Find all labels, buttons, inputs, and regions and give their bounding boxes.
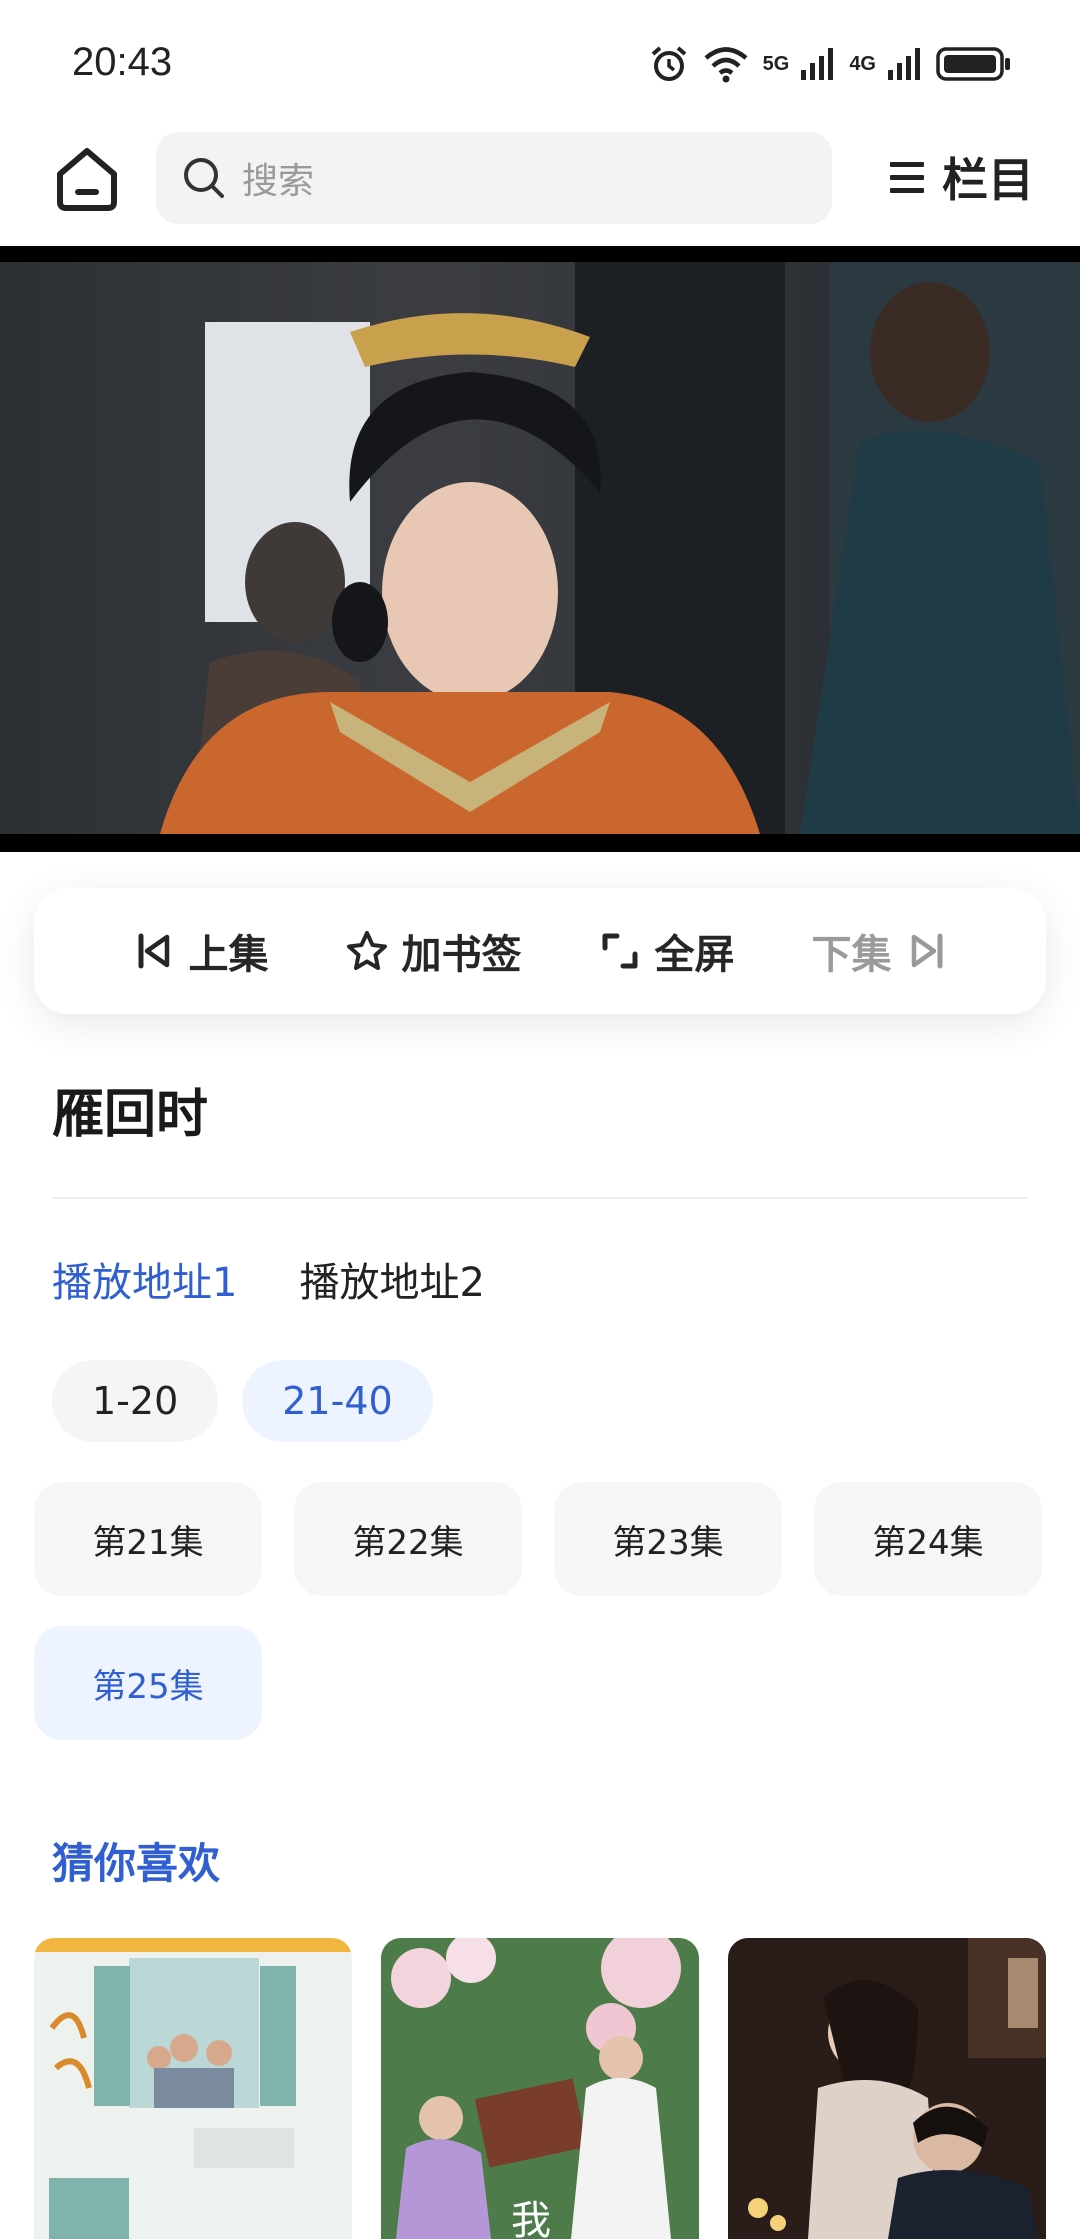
menu-button[interactable]: 栏目 (888, 144, 1034, 210)
network-5g-label: 5G (762, 53, 790, 75)
star-icon (346, 931, 387, 970)
recommend-list: 我 (34, 1938, 1046, 2239)
range-chip-21-40[interactable]: 21-40 (242, 1360, 433, 1442)
video-still-image (160, 262, 1080, 834)
network-4g-label: 4G (849, 53, 876, 75)
episode-button-24[interactable]: 第24集 (814, 1482, 1042, 1596)
poster-image-2: 我 (381, 1938, 699, 2239)
poster-image-3 (728, 1938, 1046, 2239)
prev-episode-label: 上集 (188, 932, 269, 978)
prev-episode-button[interactable]: 上集 (133, 922, 269, 980)
episode-grid: 第21集 第22集 第23集 第24集 第25集 (34, 1482, 1046, 1740)
next-episode-label: 下集 (811, 932, 892, 978)
source-tab-1[interactable]: 播放地址1 (52, 1250, 237, 1308)
top-bar: 搜索 栏目 (0, 130, 1080, 246)
menu-label: 栏目 (942, 153, 1034, 207)
skip-next-icon (911, 933, 942, 969)
status-time: 20:43 (72, 40, 173, 84)
recommend-poster-2[interactable]: 我 (381, 1938, 699, 2239)
video-frame (0, 262, 1080, 834)
bookmark-label: 加书签 (401, 932, 522, 978)
fullscreen-icon (602, 933, 637, 969)
bookmark-button[interactable]: 加书签 (346, 922, 522, 980)
search-placeholder: 搜索 (242, 161, 315, 202)
alarm-icon (651, 46, 686, 81)
episode-range-tabs: 1-20 21-40 (52, 1360, 433, 1442)
episode-button-22[interactable]: 第22集 (294, 1482, 522, 1596)
range-chip-1-20[interactable]: 1-20 (52, 1360, 219, 1442)
episode-button-25[interactable]: 第25集 (34, 1626, 262, 1740)
home-button[interactable] (54, 146, 120, 212)
divider (52, 1197, 1028, 1199)
source-tabs: 播放地址1 播放地址2 (52, 1250, 485, 1308)
search-input[interactable]: 搜索 (156, 132, 832, 224)
home-icon (57, 148, 117, 211)
search-icon (184, 158, 224, 198)
fullscreen-label: 全屏 (654, 932, 735, 978)
wifi-icon (704, 47, 748, 83)
battery-icon (936, 47, 1010, 81)
recommend-heading: 猜你喜欢 (52, 1839, 221, 1888)
episode-button-23[interactable]: 第23集 (554, 1482, 782, 1596)
player-controls: 上集 加书签 全屏 下集 (34, 888, 1046, 1014)
drama-title: 雁回时 (52, 1085, 209, 1145)
status-icons: 5G 4G (649, 44, 1012, 84)
recommend-poster-3[interactable] (728, 1938, 1046, 2239)
svg-text:我: 我 (511, 2198, 551, 2239)
status-bar: 20:43 5G 4G (0, 0, 1080, 130)
next-episode-button[interactable]: 下集 (812, 922, 948, 980)
source-tab-2[interactable]: 播放地址2 (299, 1250, 484, 1308)
skip-previous-icon (138, 933, 169, 969)
poster-image-1 (34, 1938, 352, 2239)
signal-5g-icon (801, 48, 834, 80)
recommend-poster-1[interactable] (34, 1938, 352, 2239)
episode-button-21[interactable]: 第21集 (34, 1482, 262, 1596)
hamburger-icon (890, 162, 924, 193)
fullscreen-button[interactable]: 全屏 (599, 922, 735, 980)
signal-4g-icon (888, 48, 920, 80)
video-player[interactable] (0, 246, 1080, 852)
